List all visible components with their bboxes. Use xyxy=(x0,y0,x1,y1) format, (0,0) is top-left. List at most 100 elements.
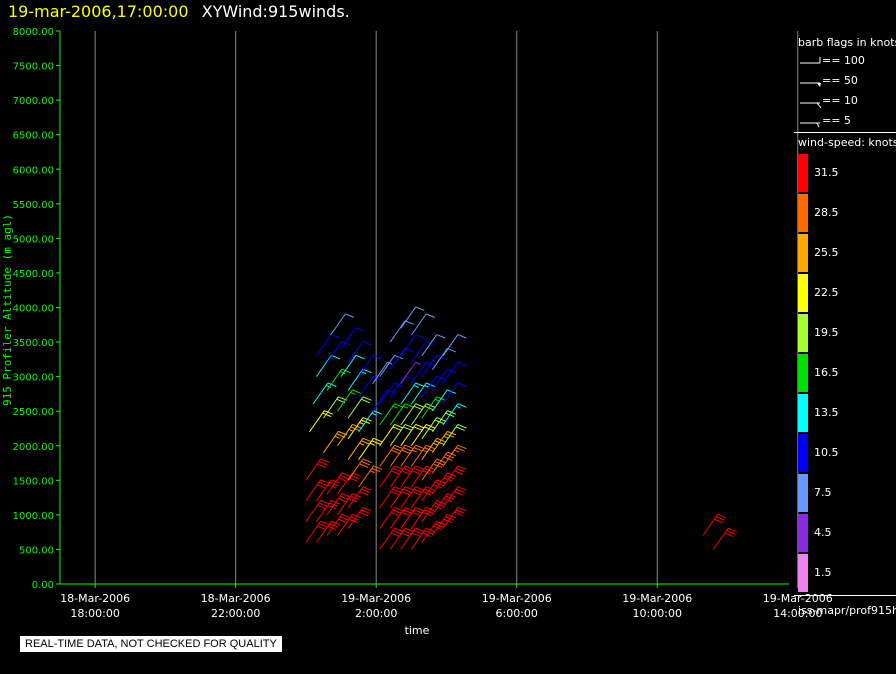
barb-flag xyxy=(392,426,402,431)
barb-sample-icon xyxy=(800,82,821,87)
y-tick-label: 4000.00 xyxy=(13,304,54,315)
barb-shaft xyxy=(358,355,374,377)
title-datetime: 19-mar-2006,17:00:00 xyxy=(8,2,189,21)
data-source-label: iss-mapr/prof915h xyxy=(798,604,896,617)
barb-flag xyxy=(369,442,375,446)
barb-flag xyxy=(404,527,414,533)
color-swatch xyxy=(798,314,808,352)
x-tick-label: 22:00:00 xyxy=(211,607,260,620)
barb-flag xyxy=(404,403,414,408)
barb-flag xyxy=(390,511,400,517)
y-tick-label: 3500.00 xyxy=(13,338,54,349)
wind-barb xyxy=(442,334,467,357)
barb-flag xyxy=(352,423,362,429)
barb-flag xyxy=(454,449,460,453)
barb-flag xyxy=(404,486,414,491)
wind-barb xyxy=(347,417,372,440)
wind-barb xyxy=(358,465,383,488)
barb-flag xyxy=(320,479,330,484)
barb-shaft xyxy=(323,396,339,419)
barb-flag xyxy=(317,463,327,468)
barb-sample-flag xyxy=(817,83,821,87)
barb-shaft xyxy=(358,375,374,398)
wind-barb xyxy=(702,513,727,536)
x-tick-label: 18:00:00 xyxy=(70,607,119,620)
wind-barb xyxy=(305,520,330,543)
barb-flag xyxy=(415,382,425,387)
barb-flag xyxy=(320,500,330,505)
barb-shaft xyxy=(372,361,389,384)
barb-flag xyxy=(341,472,351,477)
barb-flag xyxy=(317,525,327,531)
color-swatch xyxy=(798,194,808,232)
x-tick-label: 2:00:00 xyxy=(355,607,397,620)
wind-barb xyxy=(442,486,467,509)
barb-flag xyxy=(412,491,421,496)
barb-flag xyxy=(457,423,467,429)
wind-barb xyxy=(340,327,365,350)
wind-barb xyxy=(421,396,446,419)
x-tick-label: 18-Mar-2006 xyxy=(60,592,130,605)
wind-barb xyxy=(442,403,467,426)
barb-shaft xyxy=(305,458,322,481)
y-tick-label: 500.00 xyxy=(19,545,54,556)
barb-flag xyxy=(362,368,372,374)
barb-flag xyxy=(394,423,404,429)
barb-flag xyxy=(457,465,467,470)
barb-flag xyxy=(373,354,383,360)
y-tick-label: 4500.00 xyxy=(13,269,54,280)
barb-flag xyxy=(413,405,423,411)
barb-flag xyxy=(362,437,372,443)
barb-flag xyxy=(412,511,421,517)
barb-sample-icon xyxy=(800,122,820,128)
barb-flag xyxy=(392,405,398,409)
barb-flag xyxy=(338,518,348,524)
wind-barb xyxy=(305,479,330,502)
wind-barb xyxy=(379,382,404,405)
barb-flag xyxy=(454,470,464,475)
barb-flag xyxy=(728,527,738,533)
barb-flag xyxy=(318,461,328,466)
color-scale-label: 31.5 xyxy=(814,166,839,179)
barb-sample-flag xyxy=(816,102,822,108)
color-scale-label: 22.5 xyxy=(814,286,839,299)
barb-flag xyxy=(350,474,360,480)
barb-flag xyxy=(415,486,425,491)
barb-sample-icon xyxy=(800,57,821,64)
wind-barb xyxy=(358,354,383,377)
wind-barb xyxy=(442,361,467,384)
barb-flag xyxy=(413,384,419,388)
barb-flag xyxy=(726,530,736,535)
barb-flag xyxy=(345,313,355,318)
wind-barb xyxy=(421,417,446,440)
wind-barb xyxy=(431,410,457,433)
color-swatch xyxy=(798,474,808,512)
barb-flag xyxy=(331,334,341,339)
wind-barb xyxy=(347,341,372,364)
wind-barb xyxy=(326,341,351,364)
barb-flag xyxy=(401,491,411,496)
color-scale-label: 1.5 xyxy=(814,566,832,579)
barb-flag xyxy=(415,444,425,450)
wind-barb xyxy=(326,472,351,495)
y-tick-label: 8000.00 xyxy=(13,27,54,38)
barb-shaft xyxy=(316,355,332,377)
wind-barb xyxy=(421,458,446,481)
barb-flag xyxy=(338,477,348,482)
barb-flag xyxy=(390,491,400,496)
barb-flag xyxy=(404,375,414,381)
wind-barb xyxy=(421,334,446,357)
color-swatch xyxy=(798,394,808,432)
wind-barb xyxy=(431,430,457,453)
barb-flag xyxy=(373,410,383,415)
barb-flag xyxy=(317,484,327,489)
wind-barb xyxy=(431,451,457,474)
wind-barb xyxy=(431,472,457,495)
wind-barb xyxy=(442,382,467,405)
barb-flag xyxy=(404,444,414,450)
wind-barb xyxy=(316,334,341,357)
x-tick-label: 6:00:00 xyxy=(496,607,538,620)
barb-flag xyxy=(413,488,423,494)
barb-flag xyxy=(373,437,383,443)
wind-barb xyxy=(421,520,446,543)
